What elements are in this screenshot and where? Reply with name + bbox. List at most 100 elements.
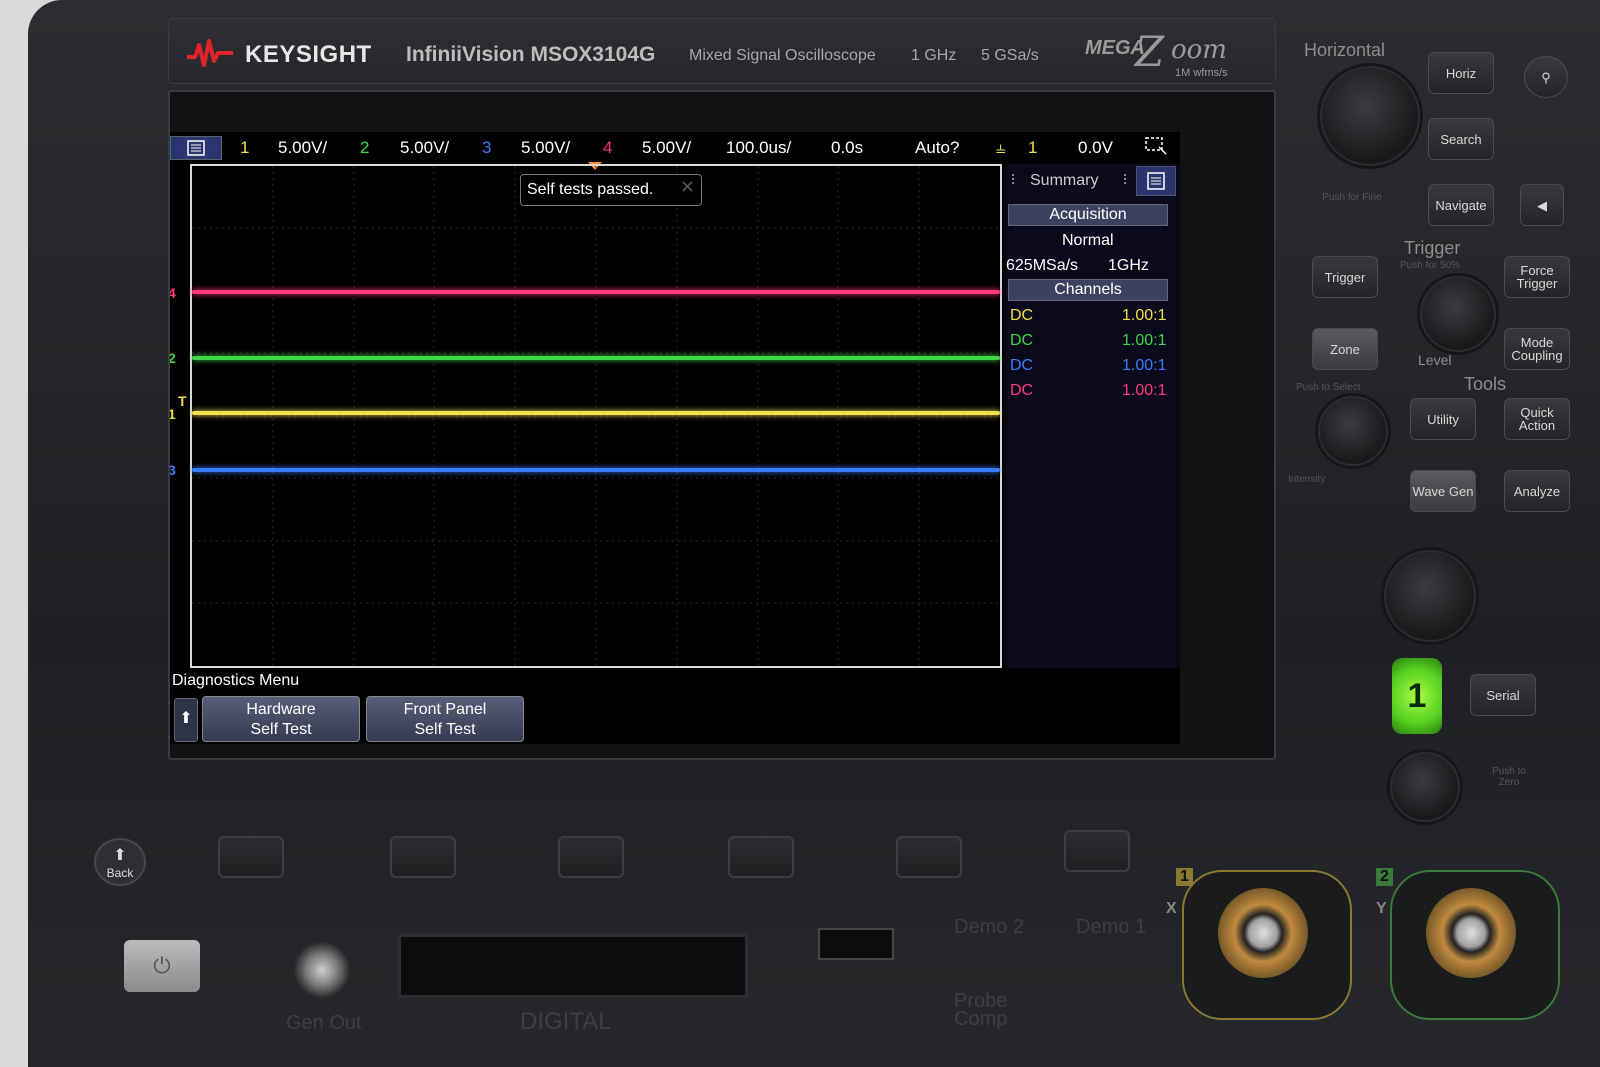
softkey-6[interactable]	[1064, 830, 1130, 872]
softkey-label: Self Test	[250, 721, 312, 738]
megazoom-z: Z	[1135, 27, 1165, 76]
self-test-message: Self tests passed.	[527, 181, 654, 198]
softkey-label: Hardware	[246, 701, 316, 718]
ch1-ground-marker[interactable]: 1	[170, 406, 176, 422]
ch3-scale[interactable]: 5.00V/	[521, 138, 570, 158]
trigger-source[interactable]: 1	[1028, 138, 1037, 158]
softkey-2[interactable]	[390, 836, 456, 878]
ch3-trace	[192, 468, 1000, 472]
push-for-fine-label: Push for Fine	[1322, 192, 1382, 203]
ch1-input-tag: 1	[1176, 868, 1193, 886]
search-button[interactable]: Search	[1428, 118, 1494, 160]
summary-menu-icon[interactable]	[1136, 166, 1176, 196]
menu-up-arrow-icon[interactable]: ⬆	[174, 698, 198, 742]
acquisition-bandwidth: 1GHz	[1108, 257, 1149, 274]
summary-title[interactable]: Summary	[1030, 172, 1098, 190]
ch4-scale[interactable]: 5.00V/	[642, 138, 691, 158]
usb-port	[818, 928, 894, 960]
zoom-select-icon[interactable]	[1144, 136, 1168, 161]
model-name: InfiniiVision MSOX3104G	[406, 43, 656, 66]
bnc-connector-icon	[1426, 888, 1516, 978]
trigger-edge-icon: ⫨	[996, 138, 1006, 157]
ch4-trace	[192, 290, 1000, 294]
search-zoom-button[interactable]: ⚲	[1524, 56, 1568, 98]
trigger-mode[interactable]: Auto?	[915, 138, 959, 158]
trigger-label: Trigger	[1324, 269, 1366, 285]
push-to-zero-label: Push to Zero	[1492, 766, 1526, 788]
force-trigger-button[interactable]: Force Trigger	[1504, 256, 1570, 298]
ch2-label[interactable]: 2	[360, 138, 369, 158]
level-label: Level	[1418, 352, 1452, 368]
front-panel-self-test-softkey[interactable]: Front Panel Self Test	[366, 696, 524, 742]
zone-button[interactable]: Zone	[1312, 328, 1378, 370]
power-button[interactable]: ⏻	[124, 940, 200, 992]
horizontal-knob[interactable]	[1320, 66, 1420, 166]
ch2-input-connector	[1390, 870, 1560, 1020]
serial-label: Serial	[1486, 687, 1520, 703]
drag-grip-icon[interactable]: ⠇	[1122, 172, 1132, 189]
trigger-level-marker[interactable]: T	[178, 393, 187, 409]
mode-coupling-label: Mode Coupling	[1511, 335, 1563, 363]
wavegen-label: Wave Gen	[1412, 483, 1474, 499]
ch1-scale[interactable]: 5.00V/	[278, 138, 327, 158]
select-knob[interactable]	[1318, 396, 1388, 466]
scope-display: 1 5.00V/ 2 5.00V/ 3 5.00V/ 4 5.00V/ 100.…	[170, 132, 1180, 744]
horiz-button[interactable]: Horiz	[1428, 52, 1494, 94]
main-menu-icon[interactable]	[170, 136, 222, 160]
megazoom-logo: MEGA Z oom 1M wfms/s	[1085, 27, 1245, 79]
horiz-label: Horiz	[1445, 65, 1477, 81]
digital-label: DIGITAL	[520, 1008, 612, 1035]
graticule	[190, 164, 1002, 668]
push-for-50-label: Push for 50%	[1400, 260, 1461, 271]
push-to-select-label: Push to Select	[1296, 382, 1361, 393]
ch4-coupling: DC	[1010, 382, 1034, 399]
analyze-button[interactable]: Analyze	[1504, 470, 1570, 512]
drag-grip-icon[interactable]: ⠇	[1010, 172, 1020, 189]
ch2-trace	[192, 356, 1000, 360]
back-button[interactable]: ⬆ Back	[94, 838, 146, 886]
trigger-level-knob[interactable]	[1420, 276, 1496, 352]
trigger-level[interactable]: 0.0V	[1078, 138, 1113, 158]
ch2-ground-marker[interactable]: 2	[170, 350, 176, 366]
softkey-1[interactable]	[218, 836, 284, 878]
megazoom-oom: oom	[1171, 35, 1227, 65]
zone-label: Zone	[1330, 341, 1360, 357]
vertical-position-knob[interactable]	[1390, 752, 1460, 822]
utility-button[interactable]: Utility	[1410, 398, 1476, 440]
vertical-scale-knob[interactable]	[1384, 550, 1476, 642]
softkey-5[interactable]	[896, 836, 962, 878]
ch1-probe: 1.00:1	[1122, 307, 1167, 324]
ch2-scale[interactable]: 5.00V/	[400, 138, 449, 158]
ch3-ground-marker[interactable]: 3	[170, 462, 176, 478]
back-arrow-icon: ⬆	[113, 847, 127, 864]
waveform-area[interactable]	[192, 166, 1004, 670]
status-bar: 1 5.00V/ 2 5.00V/ 3 5.00V/ 4 5.00V/ 100.…	[170, 132, 1180, 164]
trigger-button[interactable]: Trigger	[1312, 256, 1378, 298]
navigate-back-button[interactable]: ◀	[1520, 184, 1564, 226]
quick-action-button[interactable]: Quick Action	[1504, 398, 1570, 440]
hardware-self-test-softkey[interactable]: Hardware Self Test	[202, 696, 360, 742]
ch1-label[interactable]: 1	[240, 138, 249, 158]
serial-button[interactable]: Serial	[1470, 674, 1536, 716]
timebase[interactable]: 100.0us/	[726, 138, 791, 158]
header-bar: KEYSIGHT InfiniiVision MSOX3104G Mixed S…	[168, 18, 1276, 84]
digital-port	[398, 934, 748, 998]
navigate-button[interactable]: Navigate	[1428, 184, 1494, 226]
softkey-4[interactable]	[728, 836, 794, 878]
spec-bandwidth: 1 GHz	[911, 47, 957, 64]
ch3-label[interactable]: 3	[482, 138, 491, 158]
softkey-3[interactable]	[558, 836, 624, 878]
spec-sample-rate: 5 GSa/s	[981, 47, 1039, 64]
ch1-button[interactable]: 1	[1392, 658, 1442, 734]
ch2-input-tag: 2	[1376, 868, 1393, 886]
wavegen-button[interactable]: Wave Gen	[1410, 470, 1476, 512]
ch4-ground-marker[interactable]: 4	[170, 285, 176, 301]
tools-section-label: Tools	[1464, 374, 1507, 394]
ch4-label[interactable]: 4	[603, 138, 612, 158]
back-label: Back	[106, 866, 134, 880]
summary-header: ⠇ Summary ⠇	[1006, 164, 1180, 198]
delay[interactable]: 0.0s	[831, 138, 863, 158]
mode-coupling-button[interactable]: Mode Coupling	[1504, 328, 1570, 370]
close-icon[interactable]: ✕	[680, 177, 695, 198]
ch1-coupling: DC	[1010, 307, 1034, 324]
